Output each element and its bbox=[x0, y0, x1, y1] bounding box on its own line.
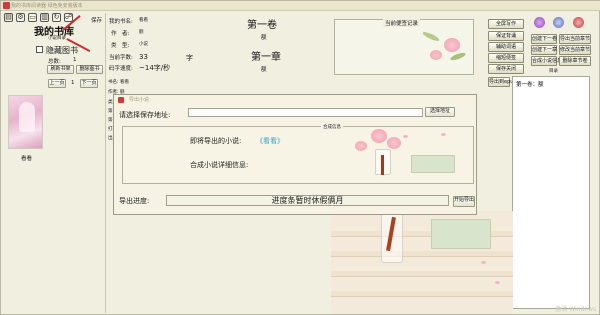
next-page-button[interactable]: 下一页 bbox=[80, 79, 98, 88]
novel-label: 即将导出的小说: bbox=[190, 137, 242, 145]
dialog-flower-illustration bbox=[341, 125, 459, 185]
window-title: 我的书库阅读器 绿色免安装版本 bbox=[11, 3, 83, 9]
side-title-label: 书名: bbox=[108, 80, 119, 85]
export-epub-button[interactable]: 导出到epub bbox=[488, 77, 517, 87]
save-path-label: 请选择保存地址: bbox=[119, 111, 171, 119]
title-bar: 我的书库阅读器 绿色免安装版本 bbox=[1, 1, 600, 11]
author-value: 额 bbox=[139, 30, 144, 35]
library-subtitle: 小说目录 bbox=[48, 36, 66, 41]
settings-icon[interactable]: ⚙ bbox=[16, 13, 25, 22]
tree-node-volume[interactable]: 第一卷：额 bbox=[516, 80, 544, 88]
hide-books-label: 隐藏图书 bbox=[46, 46, 78, 55]
prev-page-button[interactable]: 上一页 bbox=[48, 79, 66, 88]
edit-chapter-button[interactable]: 修改当前章节 bbox=[559, 45, 591, 55]
choose-path-button[interactable]: 选择地址 bbox=[425, 107, 455, 117]
novel-value: 《看看》 bbox=[256, 137, 284, 145]
hide-books-checkbox[interactable] bbox=[36, 46, 43, 53]
save-label[interactable]: 保存 bbox=[91, 16, 102, 24]
start-export-button[interactable]: 开始导出 bbox=[453, 196, 475, 207]
tree-header: 目录 bbox=[549, 69, 558, 74]
count-label: 总数: bbox=[48, 59, 61, 65]
divider bbox=[105, 13, 106, 313]
folder-icon[interactable]: ▭ bbox=[28, 13, 37, 22]
memorize-button[interactable]: 保证背诵 bbox=[488, 31, 524, 41]
toolbar: ▤ ⚙ ▭ ▥ ↻ ☍ bbox=[4, 13, 73, 22]
volume-title: 第一卷 bbox=[247, 20, 277, 31]
export-progress-bar: 进度条暂时休假俩月 bbox=[166, 195, 449, 206]
book-name-label: 我的书名: bbox=[109, 19, 133, 25]
notes-flower-illustration bbox=[420, 30, 474, 74]
refresh-shelf-button[interactable]: 刷新书架 bbox=[47, 65, 74, 74]
notes-title: 当前便签记录 bbox=[383, 19, 421, 27]
book-cover-caption: 看看 bbox=[21, 156, 33, 162]
page-number: 1 bbox=[71, 80, 75, 86]
book-icon[interactable]: ▥ bbox=[40, 13, 49, 22]
theme-red-icon[interactable] bbox=[573, 17, 584, 28]
create-next-volume-button[interactable]: 创建下一卷 bbox=[531, 34, 557, 44]
side-title-value: 看看 bbox=[120, 80, 129, 85]
typing-speed-label: 码字速度: bbox=[109, 66, 133, 72]
export-chapter-button[interactable]: 导出当前章节 bbox=[559, 34, 591, 44]
create-next-chapter-button[interactable]: 创建下一章 bbox=[531, 45, 557, 55]
compose-info-title: 合成信息 bbox=[321, 124, 343, 130]
shorten-notes-button[interactable]: 缩短便签 bbox=[488, 53, 524, 63]
fullscreen-write-button[interactable]: 全屏写作 bbox=[488, 19, 524, 29]
typing-speed-value: ~14字/秒 bbox=[139, 64, 171, 72]
count-value: 1 bbox=[73, 57, 77, 63]
volume-subtitle: 额 bbox=[261, 35, 267, 41]
author-label: 作 者: bbox=[111, 31, 130, 37]
refresh-icon[interactable]: ↻ bbox=[52, 13, 61, 22]
book-cover[interactable] bbox=[8, 95, 43, 149]
bookshelf-icon[interactable]: ▤ bbox=[4, 13, 13, 22]
detail-label: 合成小说详细信息: bbox=[190, 161, 249, 169]
activation-watermark: 激活 Windows bbox=[555, 306, 596, 313]
book-name-value: 看看 bbox=[139, 18, 148, 23]
delete-book-button[interactable]: 删除图书 bbox=[76, 65, 103, 74]
dialog-logo-icon bbox=[118, 97, 124, 103]
progress-label: 导出进度: bbox=[119, 197, 150, 205]
compose-novel-button[interactable]: 合成小说信息 bbox=[531, 56, 562, 66]
dialog-title: 导出小说 bbox=[114, 95, 476, 105]
chapter-subtitle: 额 bbox=[261, 67, 267, 73]
notes-panel[interactable]: 当前便签记录 bbox=[334, 19, 474, 75]
save-path-input[interactable] bbox=[188, 108, 423, 117]
word-count-value: 33 bbox=[139, 53, 148, 61]
chapter-title: 第一章 bbox=[251, 52, 281, 63]
chapter-tree[interactable]: 第一卷：额 bbox=[512, 76, 590, 309]
word-count-label: 当前字数: bbox=[109, 55, 133, 61]
delete-chapter-button[interactable]: 删除章节卷 bbox=[559, 56, 591, 66]
type-label: 类 型: bbox=[111, 43, 130, 49]
type-value: 小说 bbox=[139, 42, 148, 47]
theme-purple-icon[interactable] bbox=[534, 17, 545, 28]
compose-info-group: 合成信息 即将导出的小说: 《看看》 合成小说详细信息: bbox=[122, 124, 474, 185]
helper-words-button[interactable]: 辅助词语 bbox=[488, 42, 524, 52]
app-logo-icon bbox=[3, 2, 10, 9]
word-count-unit: 字 bbox=[186, 54, 193, 62]
save-close-button[interactable]: 保存关闭 bbox=[488, 64, 524, 74]
theme-blue-icon[interactable] bbox=[553, 17, 564, 28]
background-illustration bbox=[331, 211, 513, 314]
